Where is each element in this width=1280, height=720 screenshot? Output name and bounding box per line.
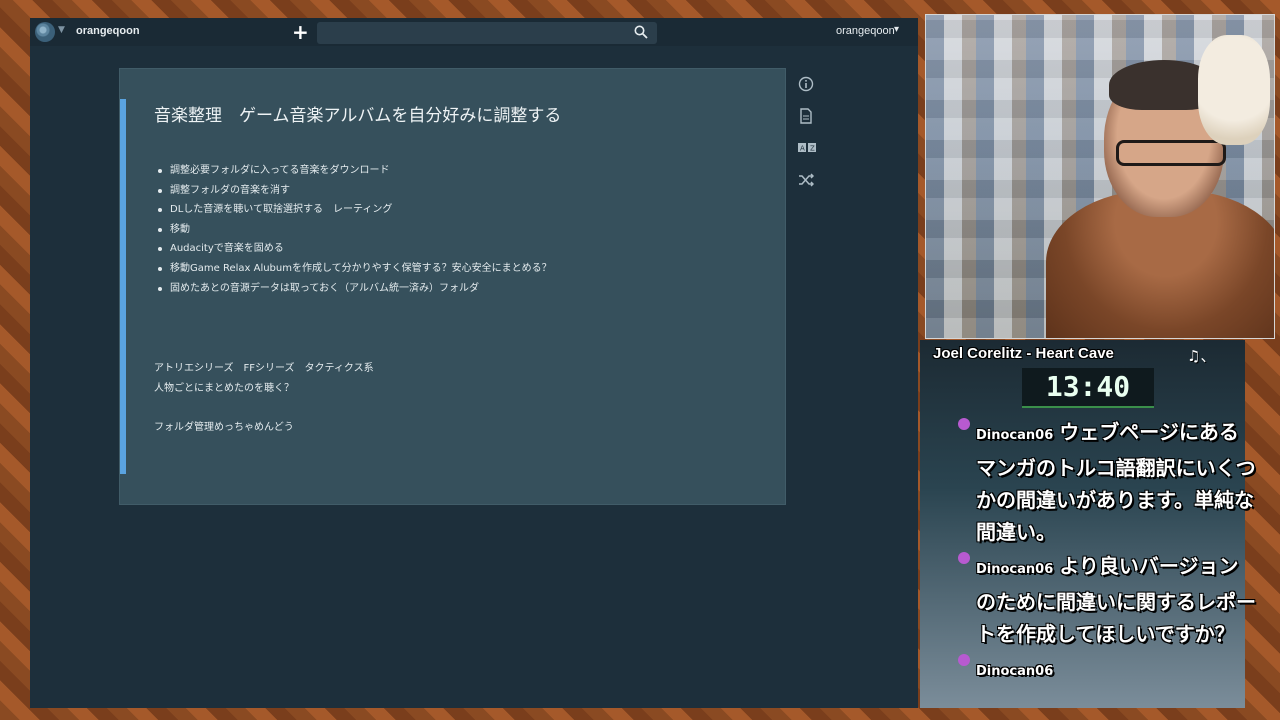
list-item[interactable]: 固めたあとの音源データは取っておく（アルバム統一済み）フォルダ — [158, 279, 552, 299]
info-icon[interactable] — [798, 76, 816, 94]
webcam-glasses — [1116, 140, 1226, 166]
svg-text:Z: Z — [810, 145, 815, 153]
note-title[interactable]: 音楽整理 ゲーム音楽アルバムを自分好みに調整する — [154, 101, 561, 126]
chat-feed: Dinocan06 ウェブページにあるマンガのトルコ語翻訳にいくつかの間違いがあり… — [958, 416, 1258, 690]
svg-text:A: A — [800, 145, 805, 153]
user-badge-icon — [958, 418, 970, 430]
workspace-name[interactable]: orangeqoon — [76, 25, 140, 37]
list-item[interactable]: 調整必要フォルダに入ってる音楽をダウンロード — [158, 161, 552, 181]
stream-timer: 13:40 — [1022, 368, 1154, 408]
list-item[interactable]: 移動Game Relax Alubumを作成して分かりやすく保管する？安心安全に… — [158, 259, 552, 279]
top-bar: ▼ orangeqoon + orangeqoon ▾ — [30, 18, 918, 46]
chevron-down-icon[interactable]: ▼ — [58, 25, 65, 35]
webcam-plush — [1198, 35, 1270, 145]
webcam-feed — [925, 14, 1275, 339]
search-icon[interactable] — [634, 25, 648, 39]
chat-message: Dinocan06 — [958, 652, 1258, 688]
chevron-down-icon[interactable]: ▾ — [894, 24, 899, 35]
chat-message: Dinocan06 ウェブページにあるマンガのトルコ語翻訳にいくつかの間違いがあり… — [958, 416, 1258, 548]
shuffle-icon[interactable] — [798, 172, 816, 190]
note-paragraph[interactable]: フォルダ管理めっちゃめんどう — [154, 418, 294, 433]
chat-username: Dinocan06 — [976, 562, 1054, 577]
note-side-toolbar: AZ — [798, 76, 816, 204]
list-item[interactable]: Audacityで音楽を固める — [158, 239, 552, 259]
note-app-window: ▼ orangeqoon + orangeqoon ▾ 音楽整理 ゲーム音楽アル… — [30, 18, 918, 708]
account-menu[interactable]: orangeqoon — [836, 25, 895, 37]
document-icon[interactable] — [798, 108, 816, 126]
user-badge-icon — [958, 552, 970, 564]
note-card[interactable]: 音楽整理 ゲーム音楽アルバムを自分好みに調整する 調整必要フォルダに入ってる音楽… — [119, 68, 786, 505]
list-item[interactable]: 調整フォルダの音楽を消す — [158, 181, 552, 201]
list-item[interactable]: 移動 — [158, 220, 552, 240]
user-badge-icon — [958, 654, 970, 666]
search-input[interactable] — [317, 22, 657, 44]
note-paragraph[interactable]: アトリエシリーズ FFシリーズ タクティクス系 — [154, 359, 374, 374]
new-note-button[interactable]: + — [292, 21, 309, 43]
chat-username: Dinocan06 — [976, 664, 1054, 679]
note-paragraph[interactable]: 人物ごとにまとめたのを聴く？ — [154, 379, 294, 394]
list-item[interactable]: DLした音源を聴いて取捨選択する レーティング — [158, 200, 552, 220]
translate-icon[interactable]: AZ — [798, 140, 816, 158]
chat-username: Dinocan06 — [976, 428, 1054, 443]
chat-message: Dinocan06 より良いバージョンのために間違いに関するレポートを作成してほし… — [958, 550, 1258, 650]
task-list: 調整必要フォルダに入ってる音楽をダウンロード 調整フォルダの音楽を消す DLした… — [154, 161, 552, 298]
note-accent-rule — [120, 99, 126, 474]
now-playing-song: Joel Corelitz - Heart Cave — [933, 345, 1114, 362]
app-logo-icon[interactable] — [35, 22, 55, 42]
music-note-icon: ♫、 — [1187, 347, 1216, 365]
